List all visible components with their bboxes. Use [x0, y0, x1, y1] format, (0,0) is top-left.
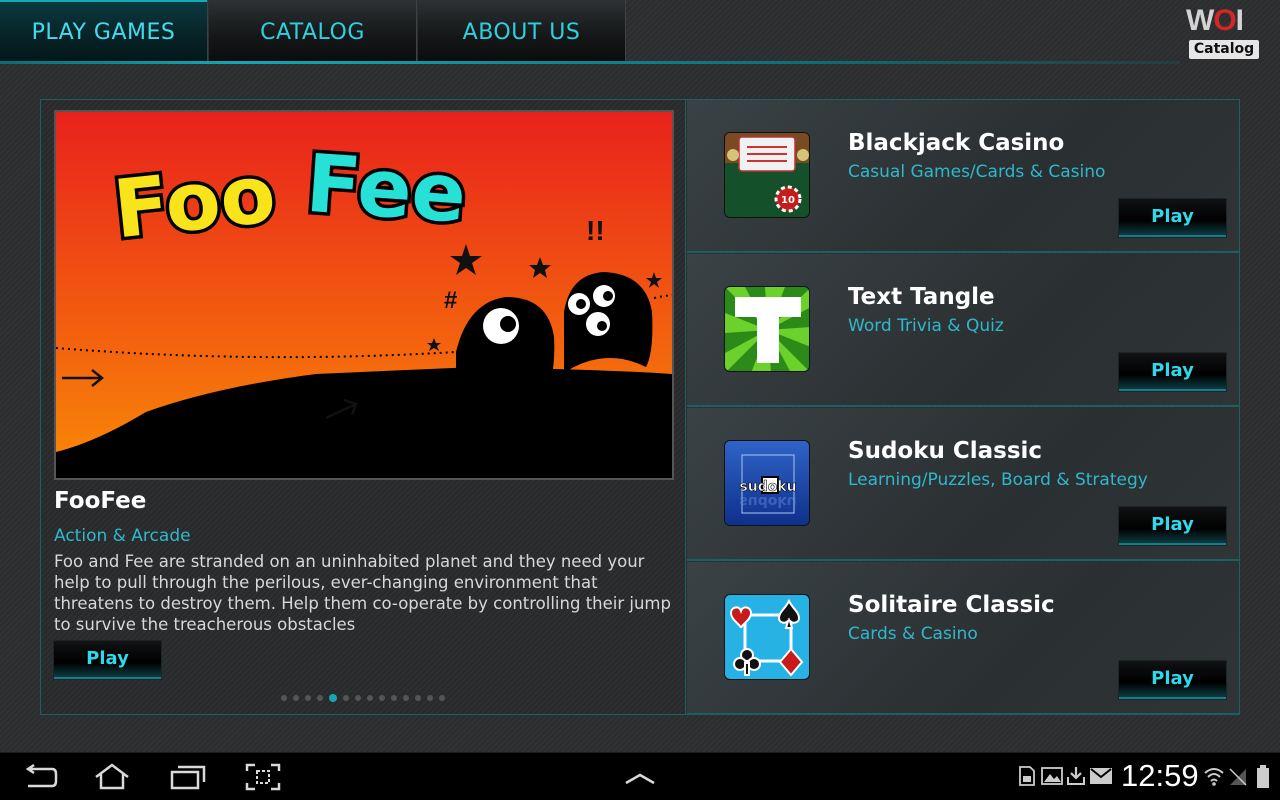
featured-category[interactable]: Action & Arcade	[54, 526, 191, 546]
svg-text:Fee: Fee	[303, 137, 469, 241]
list-item[interactable]: Text Tangle Word Trivia & Quiz Play	[687, 254, 1239, 407]
game-category[interactable]: Word Trivia & Quiz	[848, 316, 1004, 336]
pager-dot[interactable]	[415, 695, 421, 701]
svg-text:Foo: Foo	[109, 147, 279, 256]
pager-dot[interactable]	[343, 695, 349, 701]
carousel-pager	[281, 694, 445, 702]
battery-icon	[1256, 765, 1270, 793]
pager-dot[interactable]	[317, 695, 323, 701]
tab-play-games[interactable]: PLAY GAMES	[0, 0, 208, 64]
pager-dot[interactable]	[329, 694, 337, 702]
logo-brand: WOI	[1186, 4, 1244, 37]
tab-underline	[0, 61, 1180, 64]
foofee-banner-art: !! # Foo Fee	[56, 112, 672, 478]
text-tangle-icon	[724, 286, 810, 372]
sudoku-icon: sudoku sudoku	[724, 440, 810, 526]
system-navigation-bar: 12:59	[0, 752, 1280, 800]
game-category[interactable]: Casual Games/Cards & Casino	[848, 162, 1105, 182]
clock: 12:59	[1121, 758, 1199, 793]
featured-description: Foo and Fee are stranded on an uninhabit…	[54, 552, 671, 634]
solitaire-icon	[724, 594, 810, 680]
svg-text:sudoku: sudoku	[739, 479, 796, 495]
pager-dot[interactable]	[379, 695, 385, 701]
chevron-up-icon[interactable]	[620, 761, 660, 793]
game-category[interactable]: Cards & Casino	[848, 624, 978, 644]
games-panel: !! # Foo Fee FooFee Action & Arcade Foo …	[40, 99, 1240, 715]
screenshot-icon[interactable]	[243, 761, 283, 793]
blackjack-icon: 10	[724, 132, 810, 218]
featured-banner[interactable]: !! # Foo Fee	[54, 110, 674, 480]
woi-catalog-logo: WOI Catalog	[1186, 4, 1262, 59]
sd-card-icon	[1018, 765, 1036, 791]
pager-dot[interactable]	[427, 695, 433, 701]
play-button[interactable]: Play	[1119, 661, 1226, 699]
play-button[interactable]: Play	[1119, 507, 1226, 545]
top-navigation: PLAY GAMES CATALOG ABOUT US WOI Catalog	[0, 0, 1280, 64]
featured-title: FooFee	[54, 488, 147, 514]
list-item[interactable]: Solitaire Classic Cards & Casino Play	[687, 562, 1239, 715]
svg-text:#: #	[444, 287, 457, 314]
game-category[interactable]: Learning/Puzzles, Board & Strategy	[848, 470, 1148, 490]
gallery-icon	[1041, 765, 1063, 791]
featured-play-button[interactable]: Play	[54, 641, 161, 679]
game-list: 10 Blackjack Casino Casual Games/Cards &…	[687, 100, 1239, 715]
pager-dot[interactable]	[403, 695, 409, 701]
featured-game: !! # Foo Fee FooFee Action & Arcade Foo …	[41, 100, 686, 714]
pager-dot[interactable]	[355, 695, 361, 701]
signal-icon	[1228, 765, 1248, 791]
game-title: Sudoku Classic	[848, 438, 1043, 464]
list-item[interactable]: 10 Blackjack Casino Casual Games/Cards &…	[687, 100, 1239, 253]
svg-text:sudoku: sudoku	[739, 493, 796, 509]
game-title: Text Tangle	[848, 284, 995, 310]
pager-dot[interactable]	[281, 695, 287, 701]
pager-dot[interactable]	[367, 695, 373, 701]
pager-dot[interactable]	[293, 695, 299, 701]
pager-dot[interactable]	[391, 695, 397, 701]
game-title: Solitaire Classic	[848, 592, 1055, 618]
gmail-icon	[1089, 765, 1113, 791]
play-button[interactable]: Play	[1119, 199, 1226, 237]
svg-text:10: 10	[781, 195, 795, 206]
home-icon[interactable]	[92, 761, 132, 793]
recent-apps-icon[interactable]	[168, 761, 208, 793]
tab-catalog[interactable]: CATALOG	[209, 0, 417, 64]
list-item[interactable]: sudoku sudoku Sudoku Classic Learning/Pu…	[687, 408, 1239, 561]
game-title: Blackjack Casino	[848, 130, 1065, 156]
play-button[interactable]: Play	[1119, 353, 1226, 391]
tab-about-us[interactable]: ABOUT US	[418, 0, 626, 64]
wifi-icon	[1203, 765, 1225, 791]
download-icon	[1066, 765, 1086, 791]
back-icon[interactable]	[20, 761, 60, 793]
pager-dot[interactable]	[305, 695, 311, 701]
logo-subtitle: Catalog	[1189, 40, 1259, 59]
svg-text:!!: !!	[586, 215, 605, 246]
pager-dot[interactable]	[439, 695, 445, 701]
